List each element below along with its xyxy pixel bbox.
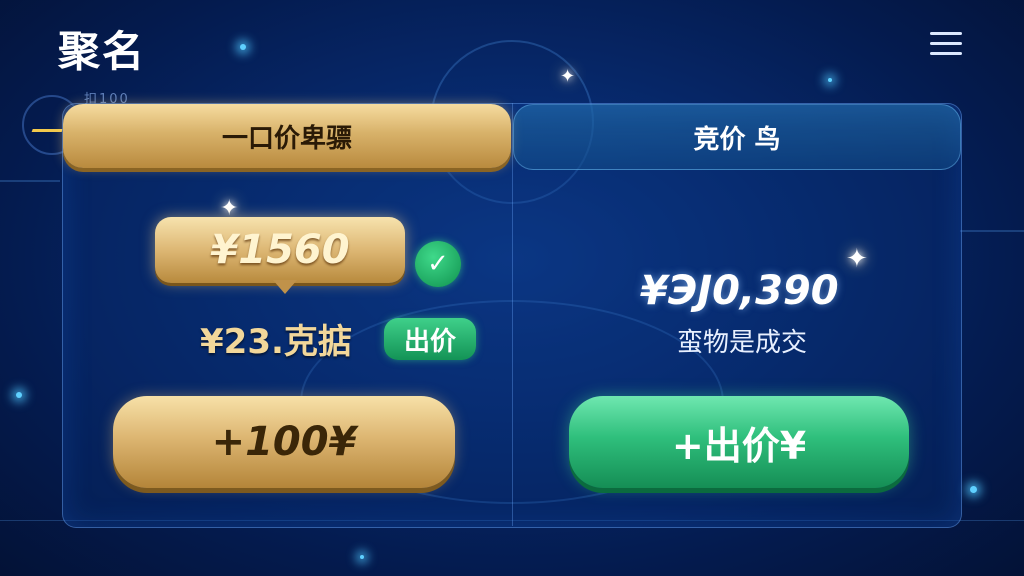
add-100-label: +100¥ (211, 419, 357, 465)
tab-fixed-price[interactable]: 一口价卑骠 (63, 104, 511, 168)
sparkle-icon: ✦ (846, 244, 868, 274)
hamburger-menu-icon[interactable] (930, 32, 962, 56)
price-tag: ¥1560 (155, 217, 405, 283)
check-icon: ✓ (415, 241, 461, 287)
price-tag-value: ¥1560 (210, 227, 350, 273)
sub-price: ¥23.克掂 (200, 322, 352, 362)
page-title: 聚名 (58, 27, 147, 76)
add-100-button[interactable]: +100¥ (113, 396, 455, 488)
bid-chip-button[interactable]: 出价 (384, 318, 476, 360)
place-bid-label: +出价¥ (671, 423, 807, 468)
current-bid-subtext: 蛮物是成交 (677, 328, 808, 358)
panel-divider (512, 103, 513, 526)
current-bid-price: ¥ЭЈ0,390 (640, 268, 839, 314)
tab-auction-label: 竞价 鸟 (693, 124, 781, 155)
price-tag-pointer (273, 280, 297, 294)
bid-chip-label: 出价 (403, 326, 456, 357)
place-bid-button[interactable]: +出价¥ (569, 396, 909, 488)
tab-fixed-price-label: 一口价卑骠 (221, 123, 352, 154)
sparkle-icon: ✦ (560, 66, 576, 87)
tab-auction[interactable]: 竞价 鸟 (513, 104, 961, 170)
